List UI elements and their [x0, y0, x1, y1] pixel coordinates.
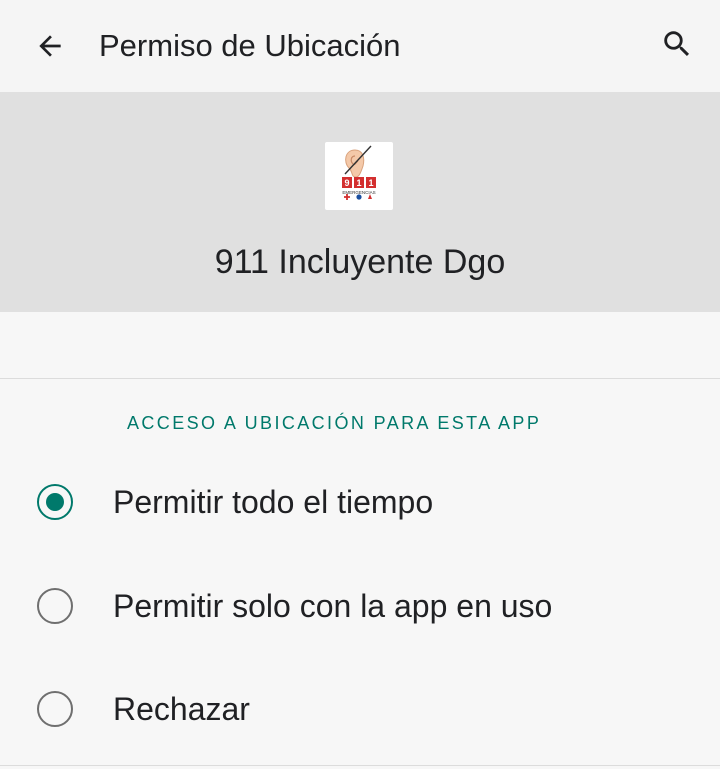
divider — [0, 765, 720, 766]
option-label: Permitir solo con la app en uso — [113, 588, 553, 624]
app-logo-icon: 9 1 1 EMERGENCIAS — [342, 145, 376, 200]
radio-button[interactable] — [37, 588, 73, 624]
search-button[interactable] — [653, 20, 701, 68]
option-label: Rechazar — [113, 691, 250, 727]
option-label: Permitir todo el tiempo — [113, 484, 434, 520]
svg-text:9: 9 — [344, 178, 349, 188]
back-button[interactable] — [26, 22, 74, 70]
app-bar: Permiso de Ubicación — [0, 0, 720, 92]
svg-text:1: 1 — [368, 178, 373, 188]
search-icon — [664, 31, 690, 57]
location-permission-screen: Permiso de Ubicación 9 1 1 EMERGENCIAS 9… — [0, 0, 720, 769]
app-icon: 9 1 1 EMERGENCIAS — [325, 142, 393, 210]
radio-button-checked[interactable] — [37, 484, 73, 520]
divider — [0, 378, 720, 379]
radio-button[interactable] — [37, 691, 73, 727]
app-name: 911 Incluyente Dgo — [214, 243, 506, 281]
svg-text:1: 1 — [356, 178, 361, 188]
page-title: Permiso de Ubicación — [99, 28, 401, 63]
arrow-back-icon — [39, 35, 61, 57]
option-deny[interactable]: Rechazar — [0, 659, 720, 759]
app-header: 9 1 1 EMERGENCIAS 911 Incluyente Dgo — [0, 92, 720, 312]
section-header: ACCESO A UBICACIÓN PARA ESTA APP — [127, 413, 542, 433]
option-allow-only-while-using[interactable]: Permitir solo con la app en uso — [0, 556, 720, 656]
option-allow-all-the-time[interactable]: Permitir todo el tiempo — [0, 452, 720, 552]
